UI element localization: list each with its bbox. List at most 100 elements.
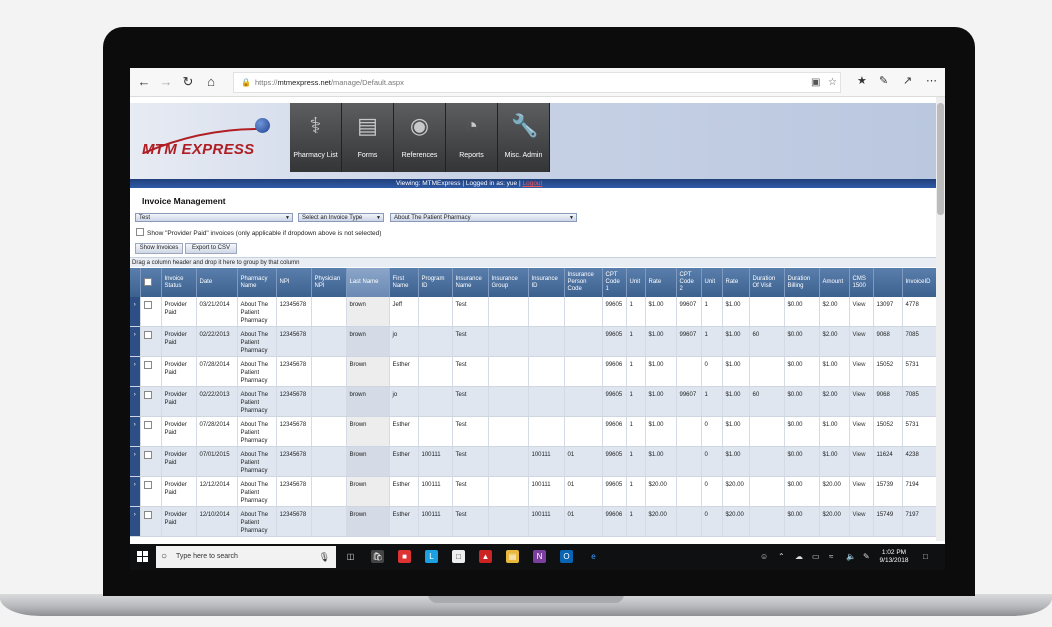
expand-row-icon[interactable]: ›	[130, 476, 141, 507]
column-header[interactable]	[873, 268, 903, 297]
row-checkbox[interactable]	[143, 451, 152, 459]
taskbar-search[interactable]: ○ Type here to search 🎙	[156, 546, 336, 568]
group-by-panel[interactable]: Drag a column header and drop it here to…	[130, 257, 936, 267]
row-checkbox[interactable]	[143, 481, 152, 489]
export-csv-button[interactable]: Export to CSV	[185, 243, 237, 254]
view-link[interactable]: View	[849, 386, 874, 417]
people-icon[interactable]: ☺	[760, 552, 768, 561]
view-link[interactable]: View	[849, 416, 874, 447]
windows-start-icon[interactable]	[137, 551, 149, 563]
column-header[interactable]: CPT Code 1	[602, 268, 627, 297]
table-row[interactable]: › Provider Paid 07/28/2014 About The Patien…	[130, 356, 942, 387]
row-checkbox[interactable]	[143, 361, 152, 369]
pen-workspace-icon[interactable]: ✎	[863, 552, 870, 561]
column-header[interactable]: CPT Code 2	[676, 268, 702, 297]
expand-row-icon[interactable]: ›	[130, 297, 141, 327]
volume-icon[interactable]: 🔈	[846, 552, 856, 561]
table-row[interactable]: › Provider Paid 02/22/2013 About The Patien…	[130, 326, 942, 357]
logout-link[interactable]: Logout	[522, 180, 542, 187]
tab-forms[interactable]: ▤ Forms	[342, 103, 394, 172]
table-row[interactable]: › Provider Paid 02/22/2013 About The Patien…	[130, 386, 942, 417]
battery-icon[interactable]: ▭	[812, 552, 820, 561]
wifi-icon[interactable]: ≈	[829, 552, 833, 561]
select-all-header[interactable]	[140, 268, 162, 297]
tab-misc-admin[interactable]: 🔧 Misc. Admin	[498, 103, 550, 172]
forward-icon[interactable]: →	[158, 74, 174, 90]
address-bar[interactable]: 🔒 https://mtmexpress.net/manage/Default.…	[233, 72, 841, 93]
expand-row-icon[interactable]: ›	[130, 356, 141, 387]
more-icon[interactable]: ⋯	[926, 74, 937, 87]
column-header[interactable]: Insurance ID	[528, 268, 565, 297]
view-link[interactable]: View	[849, 446, 874, 477]
scrollbar-thumb[interactable]	[937, 103, 944, 215]
column-header[interactable]: Duration Of Visit	[749, 268, 785, 297]
store-icon[interactable]: 🛍	[371, 550, 384, 563]
column-header[interactable]: Insurance Name	[452, 268, 489, 297]
select-all-checkbox[interactable]	[143, 277, 152, 286]
column-header[interactable]: Last Name	[346, 268, 390, 297]
column-header[interactable]: Insurance Person Code	[564, 268, 603, 297]
row-checkbox[interactable]	[143, 301, 152, 309]
column-header[interactable]: First Name	[389, 268, 419, 297]
tab-pharmacy-list[interactable]: ⚕ Pharmacy List	[290, 103, 342, 172]
column-header[interactable]: Rate	[722, 268, 750, 297]
expand-row-icon[interactable]: ›	[130, 326, 141, 357]
tab-references[interactable]: ◉ References	[394, 103, 446, 172]
table-row[interactable]: › Provider Paid 07/01/2015 About The Patien…	[130, 446, 942, 477]
notifications-icon[interactable]: □	[923, 552, 928, 561]
pen-icon[interactable]: ✎	[879, 74, 888, 87]
app-red-icon[interactable]: ■	[398, 550, 411, 563]
row-checkbox[interactable]	[143, 511, 152, 519]
microphone-icon[interactable]: 🎙	[319, 546, 330, 568]
edge-icon[interactable]: e	[587, 550, 600, 563]
view-link[interactable]: View	[849, 297, 874, 327]
table-row[interactable]: › Provider Paid 07/28/2014 About The Patien…	[130, 416, 942, 447]
table-row[interactable]: › Provider Paid 12/10/2014 About The Patien…	[130, 506, 942, 537]
row-checkbox[interactable]	[143, 391, 152, 399]
show-invoices-button[interactable]: Show Invoices	[135, 243, 183, 254]
invoice-type-dropdown[interactable]: Select an Invoice Type ▼	[298, 213, 384, 222]
expand-row-icon[interactable]: ›	[130, 416, 141, 447]
status-dropdown[interactable]: Test ▼	[135, 213, 293, 222]
expand-row-icon[interactable]: ›	[130, 386, 141, 417]
favorite-star-icon[interactable]: ☆	[828, 73, 837, 92]
page-scrollbar[interactable]	[936, 97, 945, 541]
pharmacy-dropdown[interactable]: About The Patient Pharmacy ▼	[390, 213, 577, 222]
show-paid-checkbox[interactable]	[136, 228, 144, 236]
expand-row-icon[interactable]: ›	[130, 446, 141, 477]
folder-icon[interactable]: ▤	[506, 550, 519, 563]
column-header[interactable]: Physician NPI	[311, 268, 347, 297]
share-icon[interactable]: ↗	[903, 74, 912, 87]
task-view-icon[interactable]: ◫	[344, 550, 357, 563]
view-link[interactable]: View	[849, 506, 874, 537]
column-header[interactable]: Rate	[645, 268, 677, 297]
onenote-icon[interactable]: N	[533, 550, 546, 563]
table-row[interactable]: › Provider Paid 03/21/2014 About The Patien…	[130, 297, 942, 327]
tab-reports[interactable]: ◔ Reports	[446, 103, 498, 172]
view-link[interactable]: View	[849, 476, 874, 507]
expand-row-icon[interactable]: ›	[130, 506, 141, 537]
back-icon[interactable]: ←	[136, 74, 152, 90]
pdf-icon[interactable]: ▲	[479, 550, 492, 563]
column-header[interactable]: Amount	[819, 268, 850, 297]
column-header[interactable]: Duration Billing	[784, 268, 820, 297]
favorites-icon[interactable]: ★	[857, 74, 867, 87]
column-header[interactable]: Insurance Group	[488, 268, 529, 297]
column-header[interactable]: Date	[196, 268, 238, 297]
column-header[interactable]: Unit	[626, 268, 646, 297]
onedrive-icon[interactable]: ☁	[795, 552, 803, 561]
file-icon[interactable]: □	[452, 550, 465, 563]
taskbar-clock[interactable]: 1:02 PM 9/13/2018	[874, 549, 914, 565]
table-row[interactable]: › Provider Paid 12/12/2014 About The Patien…	[130, 476, 942, 507]
view-link[interactable]: View	[849, 356, 874, 387]
app-l-icon[interactable]: L	[425, 550, 438, 563]
view-link[interactable]: View	[849, 326, 874, 357]
chevron-up-icon[interactable]: ⌃	[778, 552, 785, 561]
column-header[interactable]: Invoice Status	[161, 268, 197, 297]
column-header[interactable]: NPI	[276, 268, 312, 297]
reading-view-icon[interactable]: ▣	[811, 73, 820, 92]
home-icon[interactable]: ⌂	[203, 74, 219, 90]
refresh-icon[interactable]: ↻	[180, 74, 196, 90]
column-header[interactable]: CMS 1500	[849, 268, 874, 297]
row-checkbox[interactable]	[143, 331, 152, 339]
